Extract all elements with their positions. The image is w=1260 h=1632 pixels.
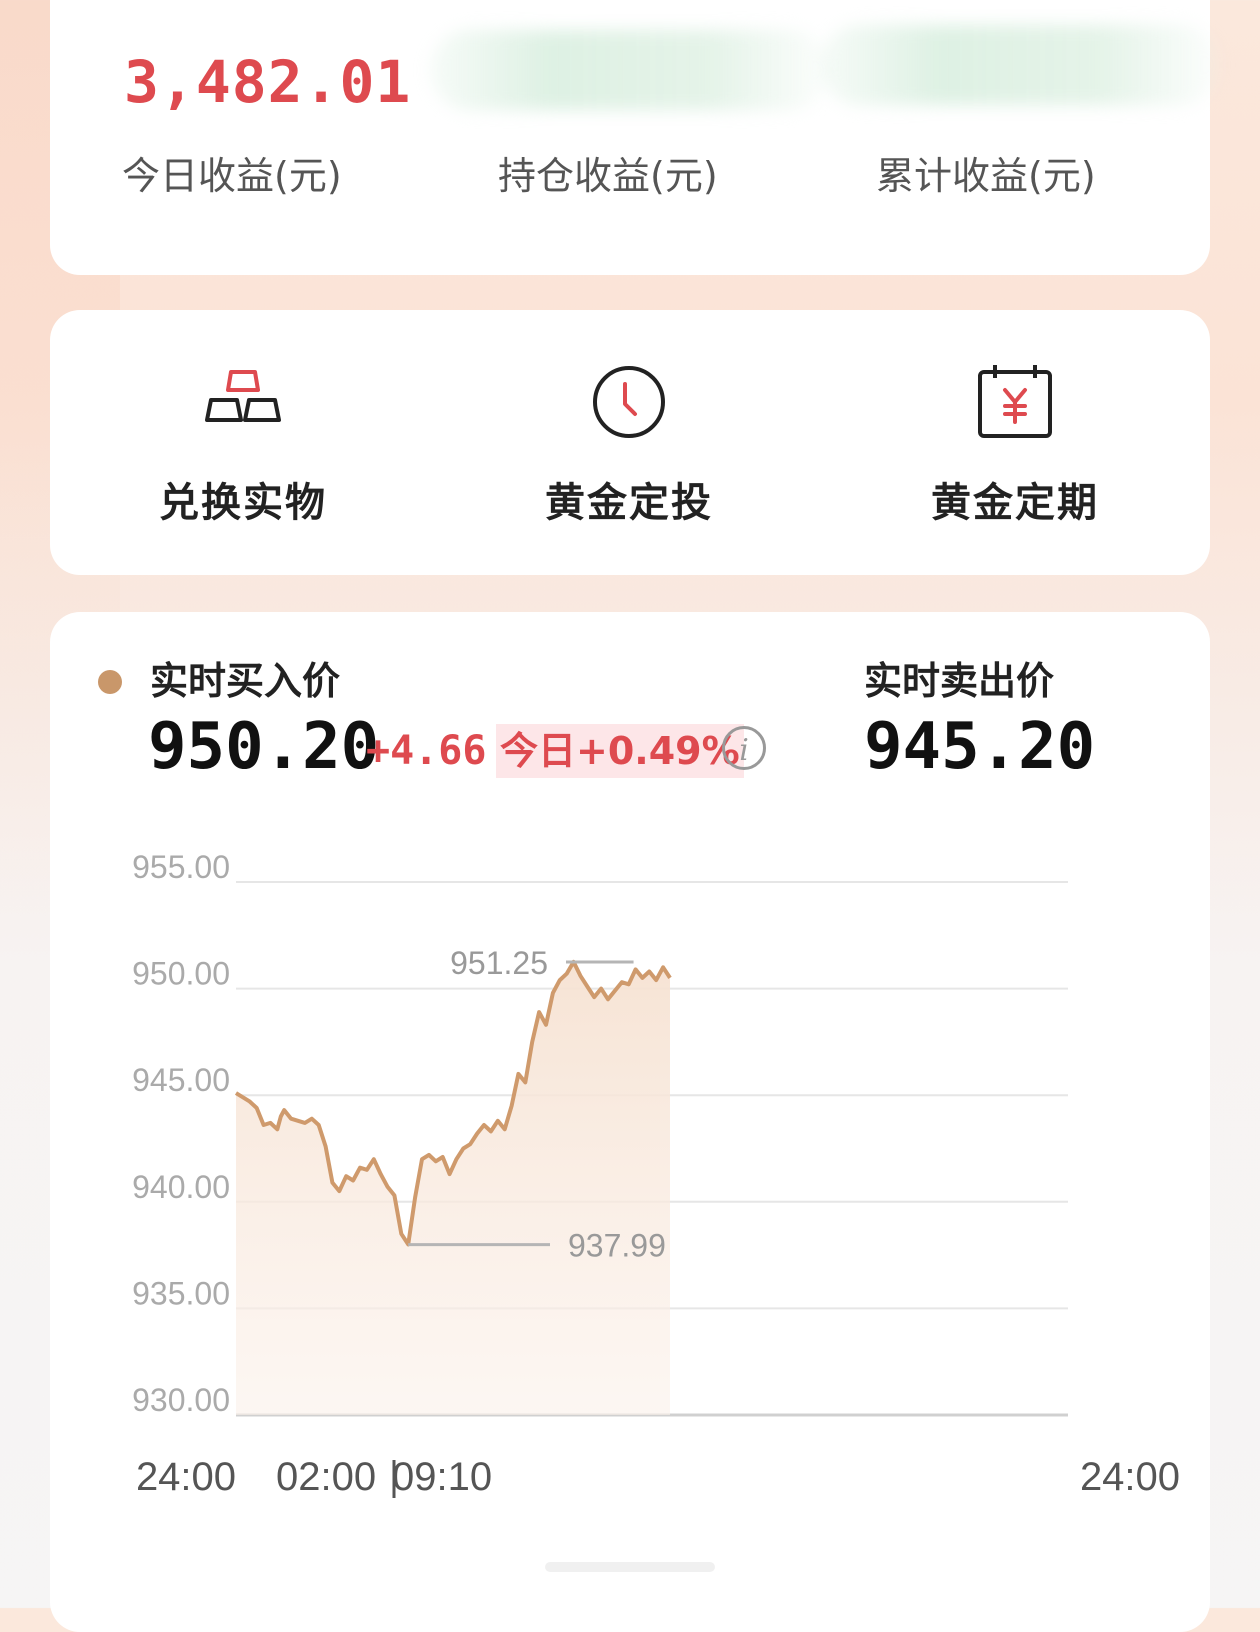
gold-auto-invest-button[interactable]: 黄金定投	[436, 310, 822, 575]
blurred-total-value	[820, 25, 1220, 105]
gold-auto-invest-label: 黄金定投	[545, 480, 713, 526]
blurred-holding-value	[430, 30, 830, 110]
exchange-physical-label: 兑换实物	[159, 480, 327, 526]
earnings-card: 3,482.01 今日收益(元) 持仓收益(元) 累计收益(元)	[50, 0, 1220, 275]
y-tick-label: 935.00	[132, 1275, 230, 1311]
chart-y-axis: 955.00 950.00 945.00 940.00 935.00 930.00	[132, 849, 230, 1418]
clock-icon	[593, 366, 665, 438]
y-tick-label: 930.00	[132, 1382, 230, 1418]
min-price-label: 937.99	[568, 1228, 666, 1264]
actions-card: 兑换实物 黄金定投 黄金定期	[50, 310, 1210, 575]
yuan-calendar-icon	[978, 365, 1052, 438]
gold-fixed-term-label: 黄金定期	[931, 480, 1099, 526]
y-tick-label: 955.00	[132, 849, 230, 885]
x-tick-label: 09:10	[392, 1455, 492, 1499]
x-tick-label: 24:00	[1080, 1455, 1180, 1499]
today-earnings-label: 今日收益(元)	[122, 154, 342, 198]
chart-area-fill	[236, 961, 670, 1415]
chart-x-axis: 24:00 02:00 09:10 24:00	[136, 1455, 1180, 1499]
gold-fixed-term-button[interactable]: 黄金定期	[822, 310, 1208, 575]
y-tick-label: 945.00	[132, 1062, 230, 1098]
price-line-chart[interactable]: 955.00 950.00 945.00 940.00 935.00 930.00 951…	[50, 612, 1210, 1562]
y-tick-label: 940.00	[132, 1169, 230, 1205]
today-earnings-value: 3,482.01	[124, 48, 412, 116]
max-price-label: 951.25	[450, 945, 548, 981]
x-tick-label: 24:00	[136, 1455, 236, 1499]
home-indicator	[545, 1562, 715, 1572]
y-tick-label: 950.00	[132, 956, 230, 992]
holding-earnings-label: 持仓收益(元)	[498, 154, 718, 198]
price-card: 实时买入价 950.20 +4.66 今日+0.49% i 实时卖出价 945.…	[50, 612, 1210, 1632]
exchange-physical-button[interactable]: 兑换实物	[50, 310, 436, 575]
total-earnings-label: 累计收益(元)	[876, 154, 1096, 198]
gold-bars-icon	[205, 370, 281, 422]
x-tick-label: 02:00	[276, 1455, 376, 1499]
